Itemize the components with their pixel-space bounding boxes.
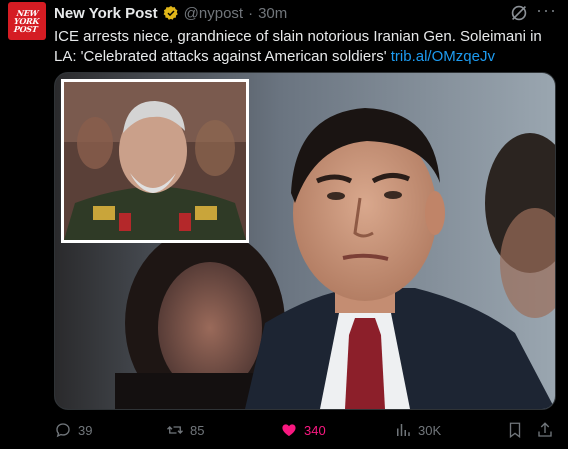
- reply-count: 39: [78, 422, 93, 438]
- views-icon: [397, 424, 410, 436]
- bookmark-button[interactable]: [506, 420, 524, 440]
- reply-icon: [56, 423, 70, 438]
- author-name[interactable]: New York Post: [54, 5, 158, 22]
- repost-count: 85: [190, 422, 205, 438]
- repost-button[interactable]: 85: [166, 420, 204, 440]
- more-icon[interactable]: ···: [536, 1, 556, 22]
- tweet-media[interactable]: [54, 72, 556, 410]
- avatar[interactable]: NEW YORK POST: [8, 2, 46, 40]
- author-handle[interactable]: @nypost: [184, 5, 243, 22]
- avatar-logo-text: NEW YORK POST: [13, 8, 41, 34]
- reply-button[interactable]: 39: [54, 420, 92, 440]
- tweet-text: ICE arrests niece, grandniece of slain n…: [54, 27, 554, 67]
- media-image: [55, 73, 555, 409]
- grok-icon[interactable]: [508, 2, 530, 24]
- share-icon: [538, 422, 552, 437]
- views-count: 30K: [418, 422, 442, 438]
- tweet-link[interactable]: trib.al/OMzqeJv: [391, 48, 495, 65]
- verified-icon: [163, 6, 178, 20]
- tweet-actions: 39 85 340 30K: [54, 420, 554, 440]
- header-separator: ·: [248, 4, 254, 22]
- timestamp[interactable]: 30m: [258, 5, 287, 22]
- inset-photo: [61, 79, 249, 243]
- share-button[interactable]: [536, 420, 554, 440]
- like-icon: [282, 424, 296, 436]
- like-button[interactable]: 340: [280, 420, 326, 440]
- views-button[interactable]: 30K: [394, 420, 441, 440]
- like-count: 340: [304, 422, 326, 438]
- bookmark-icon: [509, 422, 521, 439]
- tweet-header: New York Post @nypost · 30m: [54, 4, 287, 22]
- repost-icon: [167, 426, 183, 434]
